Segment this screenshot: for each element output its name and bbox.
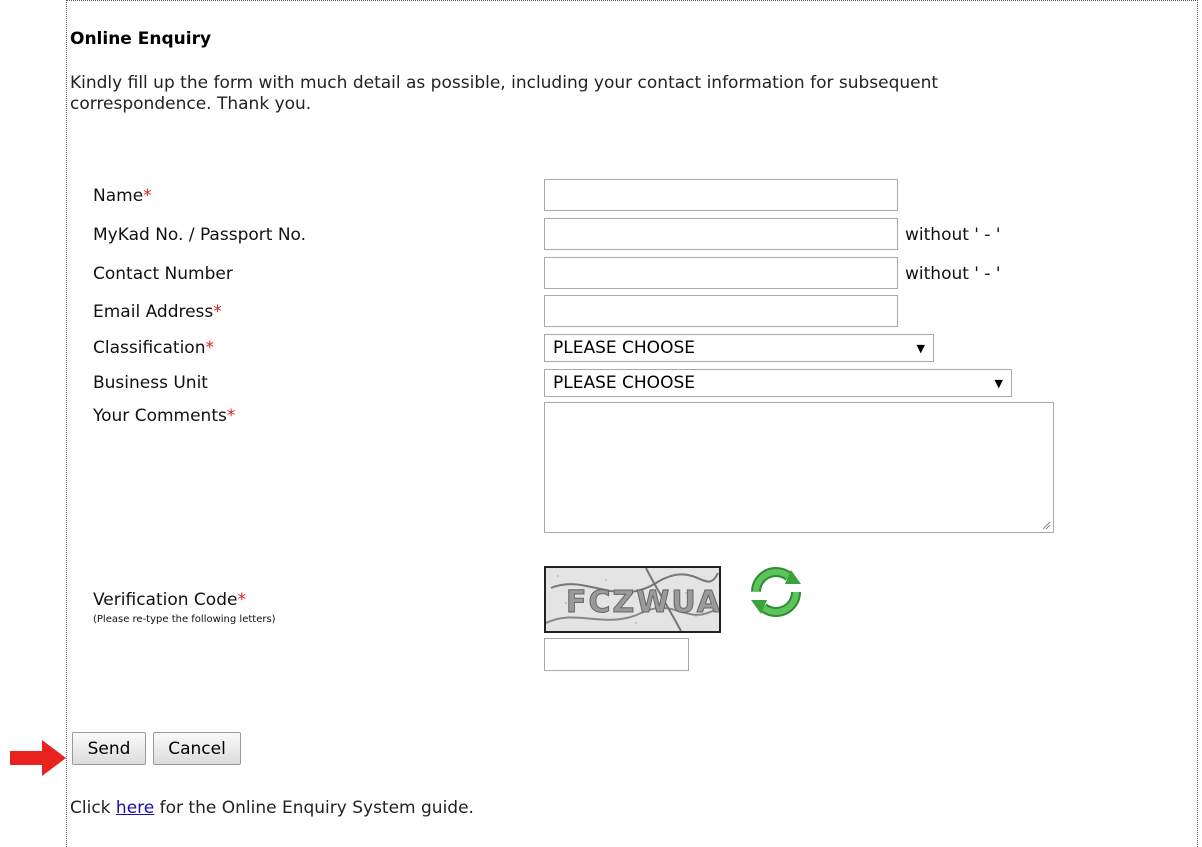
comments-textarea[interactable]: [544, 402, 1054, 533]
contact-input[interactable]: [544, 257, 898, 289]
email-input[interactable]: [544, 295, 898, 327]
footer-text: Click here for the Online Enquiry System…: [70, 798, 474, 818]
send-button[interactable]: Send: [72, 732, 146, 765]
cancel-button[interactable]: Cancel: [153, 732, 241, 765]
verification-code-input[interactable]: [544, 638, 689, 671]
required-mark: *: [205, 338, 214, 358]
classification-selected-value: PLEASE CHOOSE: [553, 338, 695, 358]
mykad-label: MyKad No. / Passport No.: [93, 225, 307, 245]
intro-text: Kindly fill up the form with much detail…: [70, 73, 939, 114]
comments-label: Your Comments*: [93, 406, 235, 426]
business-unit-selected-value: PLEASE CHOOSE: [553, 373, 695, 393]
classification-label: Classification*: [93, 338, 214, 358]
name-label-text: Name: [93, 186, 144, 206]
classification-select[interactable]: PLEASE CHOOSE ▼: [544, 334, 934, 362]
name-input[interactable]: [544, 179, 898, 211]
required-mark: *: [143, 186, 152, 206]
email-label-text: Email Address: [93, 302, 214, 322]
mykad-input[interactable]: [544, 218, 898, 250]
guide-link[interactable]: here: [116, 798, 154, 818]
name-label: Name*: [93, 186, 152, 206]
verification-label: Verification Code*: [93, 590, 246, 610]
refresh-captcha-icon[interactable]: [747, 566, 805, 618]
mykad-hint: without ' - ': [905, 225, 1001, 245]
page-title: Online Enquiry: [70, 29, 212, 49]
dropdown-arrow-icon: ▼: [994, 376, 1003, 390]
business-unit-select[interactable]: PLEASE CHOOSE ▼: [544, 369, 1012, 397]
email-label: Email Address*: [93, 302, 222, 322]
business-unit-label: Business Unit: [93, 373, 208, 393]
contact-label: Contact Number: [93, 264, 233, 284]
captcha-text: FCZWUA: [566, 585, 719, 620]
comments-label-text: Your Comments: [93, 406, 227, 426]
resize-grip-icon[interactable]: [1041, 520, 1051, 530]
verification-label-text: Verification Code: [93, 590, 238, 610]
required-mark: *: [226, 406, 236, 426]
footer-prefix: Click: [70, 798, 116, 818]
required-mark: *: [237, 590, 246, 610]
dropdown-arrow-icon: ▼: [916, 341, 925, 355]
contact-hint: without ' - ': [905, 264, 1001, 284]
captcha-image: FCZWUA: [544, 566, 721, 633]
required-mark: *: [213, 302, 222, 322]
verification-note: (Please re-type the following letters): [93, 614, 276, 625]
pointer-arrow-icon: [10, 740, 66, 776]
classification-label-text: Classification: [93, 338, 206, 358]
footer-suffix: for the Online Enquiry System guide.: [154, 798, 474, 818]
